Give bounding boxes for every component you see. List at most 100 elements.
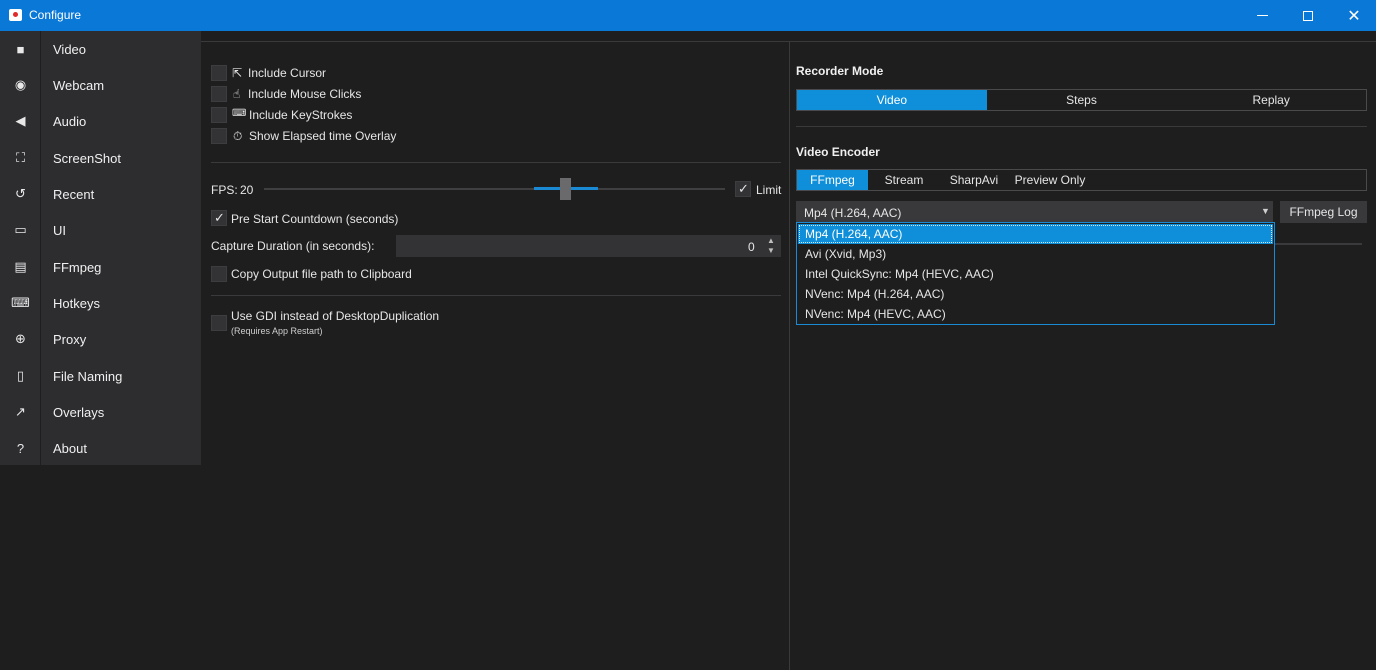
- combo-selected-value: Mp4 (H.264, AAC): [804, 206, 902, 220]
- tab-ffmpeg[interactable]: FFmpeg: [797, 170, 868, 190]
- sidebar-item-screenshot[interactable]: ⛶ ScreenShot: [0, 140, 201, 176]
- video-encoder-tabs: FFmpeg Stream SharpAvi Preview Only: [796, 169, 1367, 191]
- sidebar-item-proxy[interactable]: ⊕ Proxy: [0, 321, 201, 357]
- section-divider: [796, 126, 1367, 127]
- limit-label: Limit: [756, 183, 782, 197]
- sidebar-item-audio[interactable]: ◀ Audio: [0, 103, 201, 139]
- sidebar-item-ui[interactable]: ▭ UI: [0, 212, 201, 248]
- question-icon: ?: [16, 440, 25, 456]
- sidebar-item-ffmpeg[interactable]: ▤ FFmpeg: [0, 249, 201, 285]
- file-icon: ▤: [14, 259, 27, 274]
- requires-restart-note: (Requires App Restart): [231, 326, 323, 336]
- fps-label: FPS:: [211, 183, 238, 197]
- column-divider: [789, 41, 790, 670]
- keyboard-icon: ⌨: [11, 295, 30, 310]
- window-icon: ▭: [14, 222, 27, 237]
- fps-slider-track[interactable]: [264, 188, 725, 190]
- section-divider: [211, 162, 781, 163]
- close-icon: ✕: [1347, 7, 1361, 25]
- keyboard-icon: ⌨: [232, 108, 247, 119]
- capture-duration-input[interactable]: [396, 235, 781, 257]
- sidebar-item-label: About: [53, 440, 87, 456]
- capture-duration-label: Capture Duration (in seconds):: [211, 239, 375, 253]
- pre-start-countdown-label: Pre Start Countdown (seconds): [231, 212, 399, 226]
- sidebar-item-label: Webcam: [53, 77, 105, 93]
- dropdown-option[interactable]: Intel QuickSync: Mp4 (HEVC, AAC): [798, 264, 1273, 284]
- video-encoder-title: Video Encoder: [796, 145, 880, 159]
- title-bar: Configure ✕: [0, 0, 1376, 31]
- screenshot-frame-icon: ⛶: [15, 150, 26, 165]
- show-elapsed-checkbox[interactable]: [211, 128, 227, 144]
- maximize-icon: [1303, 10, 1313, 21]
- encoder-format-combo[interactable]: Mp4 (H.264, AAC): [796, 201, 1273, 223]
- section-divider: [211, 295, 781, 296]
- include-cursor-label: Include Cursor: [248, 66, 327, 80]
- include-keystrokes-checkbox[interactable]: [211, 107, 227, 123]
- use-gdi-label: Use GDI instead of DesktopDuplication: [231, 309, 440, 323]
- sidebar-item-video[interactable]: ■ Video: [0, 31, 201, 67]
- dropdown-option[interactable]: Mp4 (H.264, AAC): [798, 224, 1273, 244]
- sidebar-item-label: Overlays: [53, 404, 105, 420]
- window-title: Configure: [29, 8, 82, 22]
- sidebar-item-webcam[interactable]: ◉ Webcam: [0, 67, 201, 103]
- dropdown-option[interactable]: NVenc: Mp4 (H.264, AAC): [798, 284, 1273, 304]
- tab-preview-only[interactable]: Preview Only: [1011, 170, 1089, 190]
- recorder-mode-title: Recorder Mode: [796, 64, 884, 78]
- recorder-mode-steps[interactable]: Steps: [987, 90, 1177, 110]
- fps-slider-thumb[interactable]: [560, 178, 571, 200]
- sidebar-item-label: File Naming: [53, 368, 123, 384]
- spin-down-icon[interactable]: ▼: [767, 246, 775, 255]
- copy-output-path-checkbox[interactable]: [211, 266, 227, 282]
- history-icon: ↺: [15, 186, 26, 201]
- tab-sharpavi[interactable]: SharpAvi: [940, 170, 1008, 190]
- sidebar-item-label: Video: [53, 41, 87, 57]
- sidebar-item-recent[interactable]: ↺ Recent: [0, 176, 201, 212]
- sidebar-item-label: Hotkeys: [53, 295, 100, 311]
- close-button[interactable]: ✕: [1331, 0, 1376, 31]
- sidebar-item-label: Proxy: [53, 331, 87, 347]
- sidebar: ■ Video ◉ Webcam ◀ Audio ⛶ ScreenShot ↺ …: [0, 31, 201, 465]
- hand-pointer-icon: ☝: [233, 87, 241, 101]
- checkmark-icon: ✓: [738, 181, 749, 196]
- sidebar-item-label: ScreenShot: [53, 150, 121, 166]
- minimize-icon: [1256, 15, 1268, 16]
- fps-value: 20: [240, 183, 254, 197]
- include-mouse-clicks-label: Include Mouse Clicks: [248, 87, 362, 101]
- cursor-icon: ⇱: [232, 66, 243, 80]
- use-gdi-checkbox[interactable]: [211, 315, 227, 331]
- minimize-button[interactable]: [1239, 0, 1285, 31]
- video-camera-icon: ■: [16, 41, 25, 57]
- arrow-up-right-icon: ↗: [15, 404, 26, 419]
- webcam-icon: ◉: [14, 77, 27, 92]
- recorder-mode-replay[interactable]: Replay: [1176, 90, 1366, 110]
- recorder-mode-video[interactable]: Video: [797, 90, 987, 110]
- dropdown-option[interactable]: Avi (Xvid, Mp3): [798, 244, 1273, 264]
- sidebar-item-label: UI: [53, 222, 66, 238]
- copy-output-path-label: Copy Output file path to Clipboard: [231, 267, 412, 281]
- sidebar-item-label: Audio: [53, 113, 87, 129]
- ffmpeg-log-button[interactable]: FFmpeg Log: [1280, 201, 1367, 223]
- recorder-mode-selector: Video Steps Replay: [796, 89, 1367, 111]
- sidebar-item-label: FFmpeg: [53, 259, 102, 275]
- sidebar-item-label: Recent: [53, 186, 95, 202]
- stopwatch-icon: ⏱: [233, 129, 243, 143]
- capture-duration-value: 0: [748, 240, 755, 254]
- dropdown-option[interactable]: NVenc: Mp4 (HEVC, AAC): [798, 304, 1273, 324]
- encoder-format-dropdown: Mp4 (H.264, AAC) Avi (Xvid, Mp3) Intel Q…: [796, 222, 1275, 325]
- sidebar-item-about[interactable]: ? About: [0, 430, 201, 466]
- checkmark-icon: ✓: [214, 210, 225, 225]
- chevron-down-icon: ▼: [1261, 206, 1270, 216]
- sidebar-item-overlays[interactable]: ↗ Overlays: [0, 394, 201, 430]
- sidebar-item-hotkeys[interactable]: ⌨ Hotkeys: [0, 285, 201, 321]
- spin-up-icon[interactable]: ▲: [767, 236, 775, 245]
- maximize-button[interactable]: [1285, 0, 1331, 31]
- progress-line: [1275, 243, 1362, 245]
- speaker-icon: ◀: [15, 113, 26, 128]
- globe-icon: ⊕: [15, 331, 26, 346]
- sidebar-item-file-naming[interactable]: ▯ File Naming: [0, 358, 201, 394]
- include-cursor-checkbox[interactable]: [211, 65, 227, 81]
- show-elapsed-label: Show Elapsed time Overlay: [249, 129, 397, 143]
- include-mouse-clicks-checkbox[interactable]: [211, 86, 227, 102]
- app-record-icon: [9, 9, 22, 21]
- tab-stream[interactable]: Stream: [872, 170, 936, 190]
